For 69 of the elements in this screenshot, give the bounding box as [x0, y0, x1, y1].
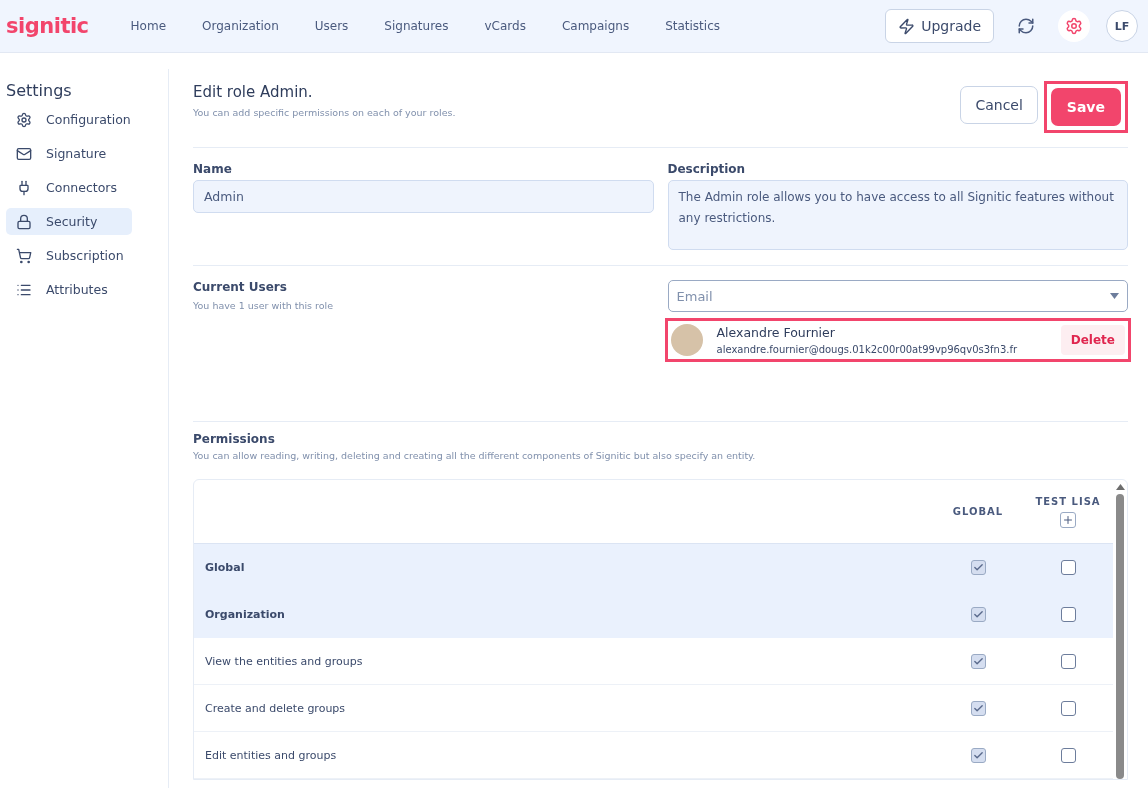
sidebar-item[interactable]: Signature — [6, 140, 132, 167]
section-title: Current Users — [193, 280, 288, 294]
permission-label: Create and delete groups — [204, 701, 347, 715]
scrollbar-thumb[interactable] — [1116, 494, 1124, 779]
photo-placeholder — [670, 324, 703, 356]
sidebar-title: Settings — [6, 81, 73, 100]
checkbox[interactable] — [1060, 559, 1076, 575]
section-subtitle: You have 1 user with this role — [193, 300, 335, 311]
plug-icon — [16, 179, 32, 196]
nav-link[interactable]: Campaigns — [561, 19, 630, 33]
checkbox[interactable] — [970, 653, 986, 669]
user-name: Alexandre Fournier — [716, 325, 836, 340]
checkbox[interactable] — [970, 700, 986, 716]
checkbox[interactable] — [1060, 700, 1076, 716]
check-icon — [972, 561, 984, 573]
column-header: GLOBAL — [952, 506, 1004, 517]
permission-label: View the entities and groups — [204, 654, 364, 668]
nav-link[interactable]: Statistics — [665, 19, 720, 33]
checkbox[interactable] — [970, 747, 986, 763]
settings-icon — [16, 111, 32, 128]
sidebar-item[interactable]: Subscription — [6, 242, 132, 269]
delete-button[interactable]: Delete — [1060, 325, 1125, 355]
description-field[interactable]: The Admin role allows you to have access to all Signitic features without any restrictions. — [667, 180, 1128, 250]
section-title: Permissions — [193, 432, 276, 446]
settings-icon — [1065, 17, 1083, 35]
page-subtitle: You can add specific permissions on each of your roles. — [193, 107, 456, 118]
field-label: Name — [193, 162, 233, 176]
check-icon — [972, 702, 984, 714]
user-avatar[interactable]: LF — [1106, 10, 1138, 42]
check-icon — [972, 749, 984, 761]
cart-icon — [16, 247, 32, 264]
nav-link[interactable]: Organization — [202, 19, 279, 33]
cancel-button[interactable]: Cancel — [960, 86, 1038, 124]
checkbox[interactable] — [1060, 606, 1076, 622]
section-subtitle: You can allow reading, writing, deleting and creating all the different components of Signitic but also specify an entity. — [193, 450, 757, 461]
checkbox[interactable] — [1060, 747, 1076, 763]
refresh-icon — [1017, 17, 1035, 35]
check-icon — [972, 608, 984, 620]
plus-icon — [1062, 513, 1074, 526]
add-button[interactable] — [1060, 511, 1076, 528]
logo: signitic — [6, 14, 89, 38]
permission-label: Organization — [204, 607, 286, 621]
lightning-icon — [898, 17, 916, 35]
upgrade-button[interactable]: Upgrade — [885, 9, 994, 43]
checkbox[interactable] — [1060, 653, 1076, 669]
envelope-icon — [16, 145, 32, 162]
nav-link[interactable]: vCards — [484, 19, 526, 33]
checkbox[interactable] — [970, 606, 986, 622]
permission-label: Global — [204, 560, 246, 574]
user-email: alexandre.fournier@dougs.01k2c00r00at99vp96qv0s3fn3.fr — [716, 344, 1018, 355]
check-icon — [972, 655, 984, 667]
lock-icon — [16, 213, 32, 230]
field-label: Description — [667, 162, 747, 176]
name-field[interactable]: Admin — [193, 180, 654, 213]
settings-button[interactable] — [1058, 10, 1090, 42]
sidebar-item[interactable]: Configuration — [6, 106, 132, 133]
page-title: Edit role Admin. — [193, 83, 314, 101]
column-header: TEST LISA — [1035, 495, 1101, 507]
sidebar-item[interactable]: Attributes — [6, 276, 132, 303]
save-button[interactable]: Save — [1050, 88, 1121, 126]
scroll-up-icon[interactable] — [1115, 484, 1125, 490]
checkbox[interactable] — [970, 559, 986, 575]
nav-link[interactable]: Home — [130, 19, 166, 33]
sidebar-item[interactable]: Security — [6, 208, 132, 235]
caret-icon — [1110, 293, 1119, 299]
nav-link[interactable]: Signatures — [384, 19, 449, 33]
permission-label: Edit entities and groups — [204, 748, 338, 762]
nav-link[interactable]: Users — [314, 19, 349, 33]
sidebar-item[interactable]: Connectors — [6, 174, 132, 201]
